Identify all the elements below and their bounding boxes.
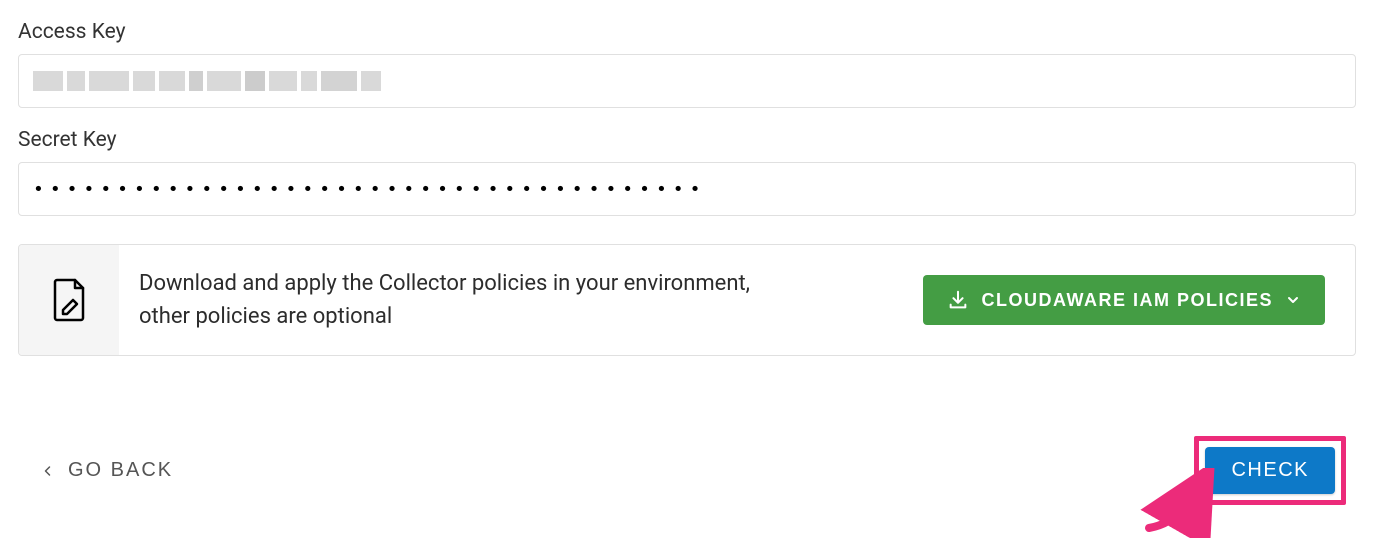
document-edit-icon bbox=[19, 245, 119, 355]
go-back-label: GO BACK bbox=[68, 459, 173, 482]
chevron-left-icon bbox=[42, 462, 54, 480]
chevron-down-icon bbox=[1285, 292, 1301, 308]
cloudaware-iam-policies-button[interactable]: CLOUDAWARE IAM POLICIES bbox=[923, 275, 1325, 325]
check-highlight-annotation: CHECK bbox=[1194, 436, 1346, 505]
download-icon bbox=[947, 289, 969, 311]
access-key-input[interactable] bbox=[18, 54, 1356, 108]
info-content: Download and apply the Collector policie… bbox=[119, 245, 1355, 355]
access-key-group: Access Key bbox=[18, 20, 1356, 108]
access-key-masked-value bbox=[33, 67, 1341, 95]
footer-row: GO BACK CHECK bbox=[18, 436, 1356, 505]
secret-key-group: Secret Key bbox=[18, 128, 1356, 216]
access-key-label: Access Key bbox=[18, 20, 1356, 44]
info-text: Download and apply the Collector policie… bbox=[139, 267, 759, 333]
secret-key-input[interactable] bbox=[18, 162, 1356, 216]
go-back-button[interactable]: GO BACK bbox=[42, 455, 173, 486]
secret-key-label: Secret Key bbox=[18, 128, 1356, 152]
policies-info-card: Download and apply the Collector policie… bbox=[18, 244, 1356, 356]
check-button[interactable]: CHECK bbox=[1205, 447, 1335, 494]
policies-button-label: CLOUDAWARE IAM POLICIES bbox=[981, 290, 1273, 311]
